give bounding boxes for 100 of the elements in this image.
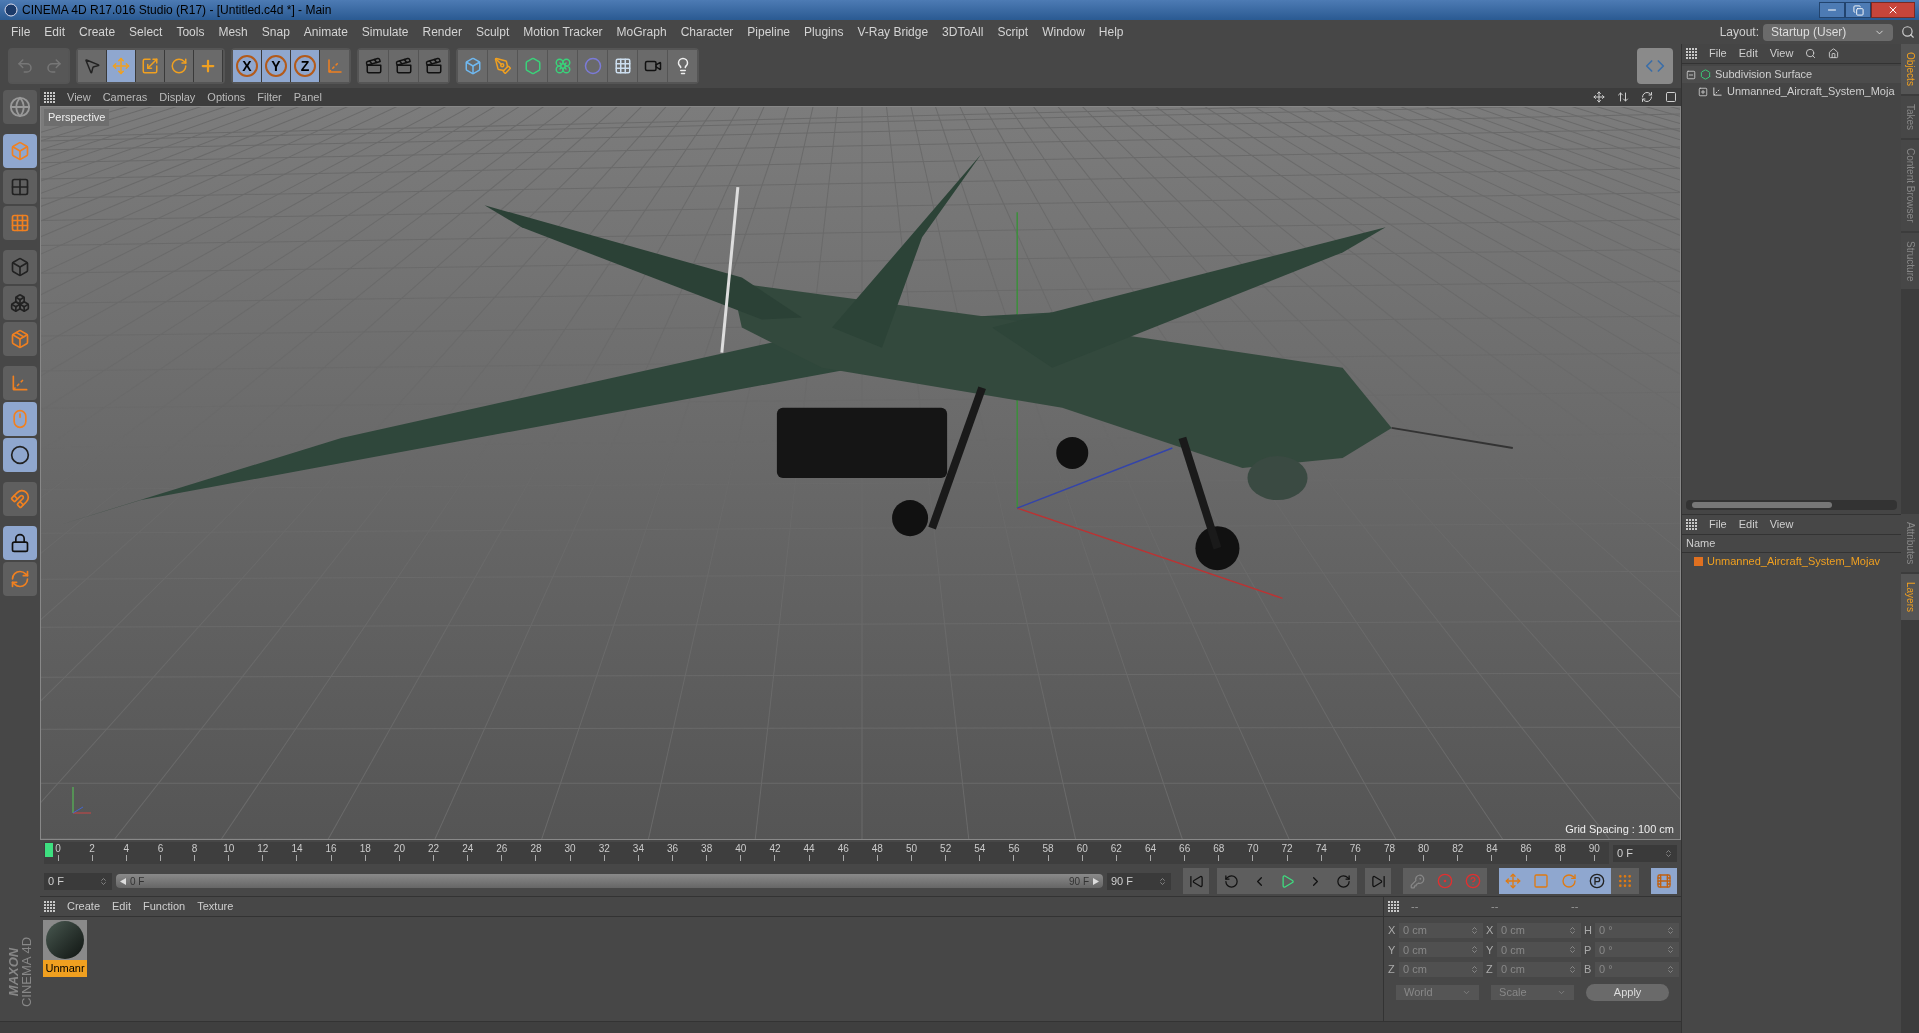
menu-item[interactable]: Plugins bbox=[797, 23, 851, 41]
pen-button[interactable] bbox=[488, 50, 517, 82]
menu-item[interactable]: Script bbox=[990, 23, 1036, 41]
menu-item[interactable]: Mesh bbox=[211, 23, 255, 41]
viewport[interactable]: Perspective Grid Spacing : 100 cm bbox=[40, 106, 1681, 840]
axis-lock-button[interactable]: Y bbox=[262, 50, 291, 82]
last-frame-button[interactable] bbox=[1365, 868, 1391, 894]
expand-icon[interactable] bbox=[1698, 86, 1708, 97]
first-frame-button[interactable] bbox=[1183, 868, 1209, 894]
side-tab[interactable]: Layers bbox=[1901, 574, 1919, 621]
floor-button[interactable] bbox=[608, 50, 637, 82]
viewport-menu-item[interactable]: View bbox=[67, 88, 91, 106]
layout-dropdown[interactable]: Startup (User) bbox=[1763, 23, 1893, 41]
menu-item[interactable]: 3DToAll bbox=[935, 23, 991, 41]
layers-menu-item[interactable]: Edit bbox=[1738, 516, 1758, 533]
frame-tick-label: 44 bbox=[803, 842, 815, 855]
menu-item[interactable]: Help bbox=[1091, 23, 1131, 41]
search-icon[interactable] bbox=[1901, 25, 1915, 39]
viewport-menu-item[interactable]: Cameras bbox=[102, 88, 148, 106]
menu-item[interactable]: File bbox=[4, 23, 38, 41]
panel-grip-icon[interactable] bbox=[1686, 48, 1697, 59]
subdivision-button[interactable] bbox=[518, 50, 547, 82]
objects-menu-item[interactable]: View bbox=[1769, 45, 1794, 62]
menu-item[interactable]: Simulate bbox=[354, 23, 416, 41]
camera-button[interactable] bbox=[638, 50, 667, 82]
maximize-button[interactable] bbox=[1845, 2, 1871, 18]
side-tab[interactable]: Objects bbox=[1901, 44, 1919, 94]
menu-item[interactable]: Animate bbox=[296, 23, 355, 41]
cubes-icon bbox=[10, 293, 30, 313]
material-menu-item[interactable]: Function bbox=[143, 898, 186, 915]
current-frame-field[interactable]: 0 F bbox=[1613, 844, 1677, 862]
menu-item[interactable]: Tools bbox=[169, 23, 212, 41]
coordinate-system-button[interactable] bbox=[320, 50, 349, 82]
timeline-button[interactable] bbox=[1651, 868, 1677, 894]
mode-button[interactable] bbox=[3, 438, 37, 472]
panel-grip-icon[interactable] bbox=[1686, 519, 1697, 530]
cube-button[interactable] bbox=[458, 50, 487, 82]
layer-name[interactable]: Unmanned_Aircraft_System_Mojav bbox=[1707, 552, 1881, 570]
axis-lock-button[interactable]: Z bbox=[291, 50, 320, 82]
light-button[interactable] bbox=[668, 50, 697, 82]
layer-color-swatch[interactable] bbox=[1694, 556, 1703, 566]
search-icon[interactable] bbox=[1805, 48, 1817, 59]
up-down-arrow-icon[interactable] bbox=[1617, 91, 1629, 103]
brand-product: CINEMA 4D bbox=[20, 936, 33, 1008]
layers-menu-item[interactable]: View bbox=[1769, 516, 1794, 533]
minimize-button[interactable] bbox=[1819, 2, 1845, 18]
cloner-button[interactable] bbox=[548, 50, 577, 82]
render-button[interactable] bbox=[359, 50, 388, 82]
objects-menu-item[interactable]: File bbox=[1709, 45, 1727, 62]
tree-item-label[interactable]: Unmanned_Aircraft_System_Moja bbox=[1727, 83, 1895, 100]
panel-grip-icon[interactable] bbox=[44, 91, 55, 103]
close-button[interactable] bbox=[1871, 2, 1915, 18]
layers-menu-item[interactable]: File bbox=[1709, 516, 1727, 533]
apply-button[interactable]: Apply bbox=[1586, 983, 1669, 1001]
render-button[interactable] bbox=[419, 50, 448, 82]
tool-button[interactable] bbox=[194, 50, 223, 82]
refresh-icon[interactable] bbox=[1641, 91, 1653, 103]
objects-menu-item[interactable]: Edit bbox=[1738, 45, 1758, 62]
viewport-menu-item[interactable]: Display bbox=[159, 88, 196, 106]
render-button[interactable] bbox=[389, 50, 418, 82]
tool-button[interactable] bbox=[136, 50, 165, 82]
end-frame-field[interactable]: 90 F bbox=[1107, 872, 1171, 890]
menu-item[interactable]: Render bbox=[415, 23, 469, 41]
menu-item[interactable]: V-Ray Bridge bbox=[850, 23, 936, 41]
menu-item[interactable]: Edit bbox=[37, 23, 73, 41]
menu-item[interactable]: Pipeline bbox=[740, 23, 798, 41]
material-name[interactable]: Unmanr bbox=[43, 960, 87, 977]
frame-tick-label: 34 bbox=[632, 842, 644, 855]
key-mode-button[interactable] bbox=[1583, 868, 1611, 894]
panel-grip-icon[interactable] bbox=[1388, 901, 1399, 912]
menu-item[interactable]: Create bbox=[72, 23, 123, 41]
viewport-menu-item[interactable]: Options bbox=[207, 88, 246, 106]
start-frame-field[interactable]: 0 F bbox=[44, 872, 112, 890]
python-button[interactable] bbox=[1637, 48, 1673, 84]
axis-lock-button[interactable]: X bbox=[233, 50, 262, 82]
material-menu-item[interactable]: Edit bbox=[112, 898, 131, 915]
square-icon[interactable] bbox=[1665, 91, 1677, 103]
tool-button[interactable] bbox=[165, 50, 194, 82]
material-menu-item[interactable]: Create bbox=[67, 898, 101, 915]
panel-grip-icon[interactable] bbox=[44, 901, 55, 912]
material-menu-item[interactable]: Texture bbox=[197, 898, 234, 915]
menu-item[interactable]: Window bbox=[1035, 23, 1092, 41]
menu-item[interactable]: Select bbox=[122, 23, 170, 41]
viewport-menu-item[interactable]: Filter bbox=[257, 88, 282, 106]
timeline-ruler[interactable]: 0 2 4 6 8 10 12 14 16 18 20 22 24 26 28 30 32 34 36 38 40 42 44 46 48 50 52 54 56 58 60 62 64 66 68 70 72 74 76 78 80 82 84 86 88 90 bbox=[44, 842, 1609, 864]
tool-button[interactable] bbox=[78, 50, 107, 82]
globe-button[interactable] bbox=[3, 90, 37, 124]
mode-button[interactable] bbox=[3, 526, 37, 560]
menu-item[interactable]: Sculpt bbox=[468, 23, 517, 41]
collapse-icon[interactable] bbox=[1686, 69, 1696, 80]
menu-item[interactable]: Snap bbox=[254, 23, 297, 41]
house-icon[interactable] bbox=[1828, 48, 1840, 59]
menu-item[interactable]: Motion Tracker bbox=[516, 23, 610, 41]
move-icon[interactable] bbox=[1593, 91, 1605, 103]
material-thumbnail[interactable] bbox=[43, 920, 87, 960]
menu-item[interactable]: Character bbox=[673, 23, 741, 41]
viewport-menu-item[interactable]: Panel bbox=[293, 88, 322, 106]
menu-item[interactable]: MoGraph bbox=[609, 23, 674, 41]
tool-button[interactable] bbox=[107, 50, 136, 82]
horizontal-scrollbar[interactable] bbox=[1686, 500, 1897, 510]
